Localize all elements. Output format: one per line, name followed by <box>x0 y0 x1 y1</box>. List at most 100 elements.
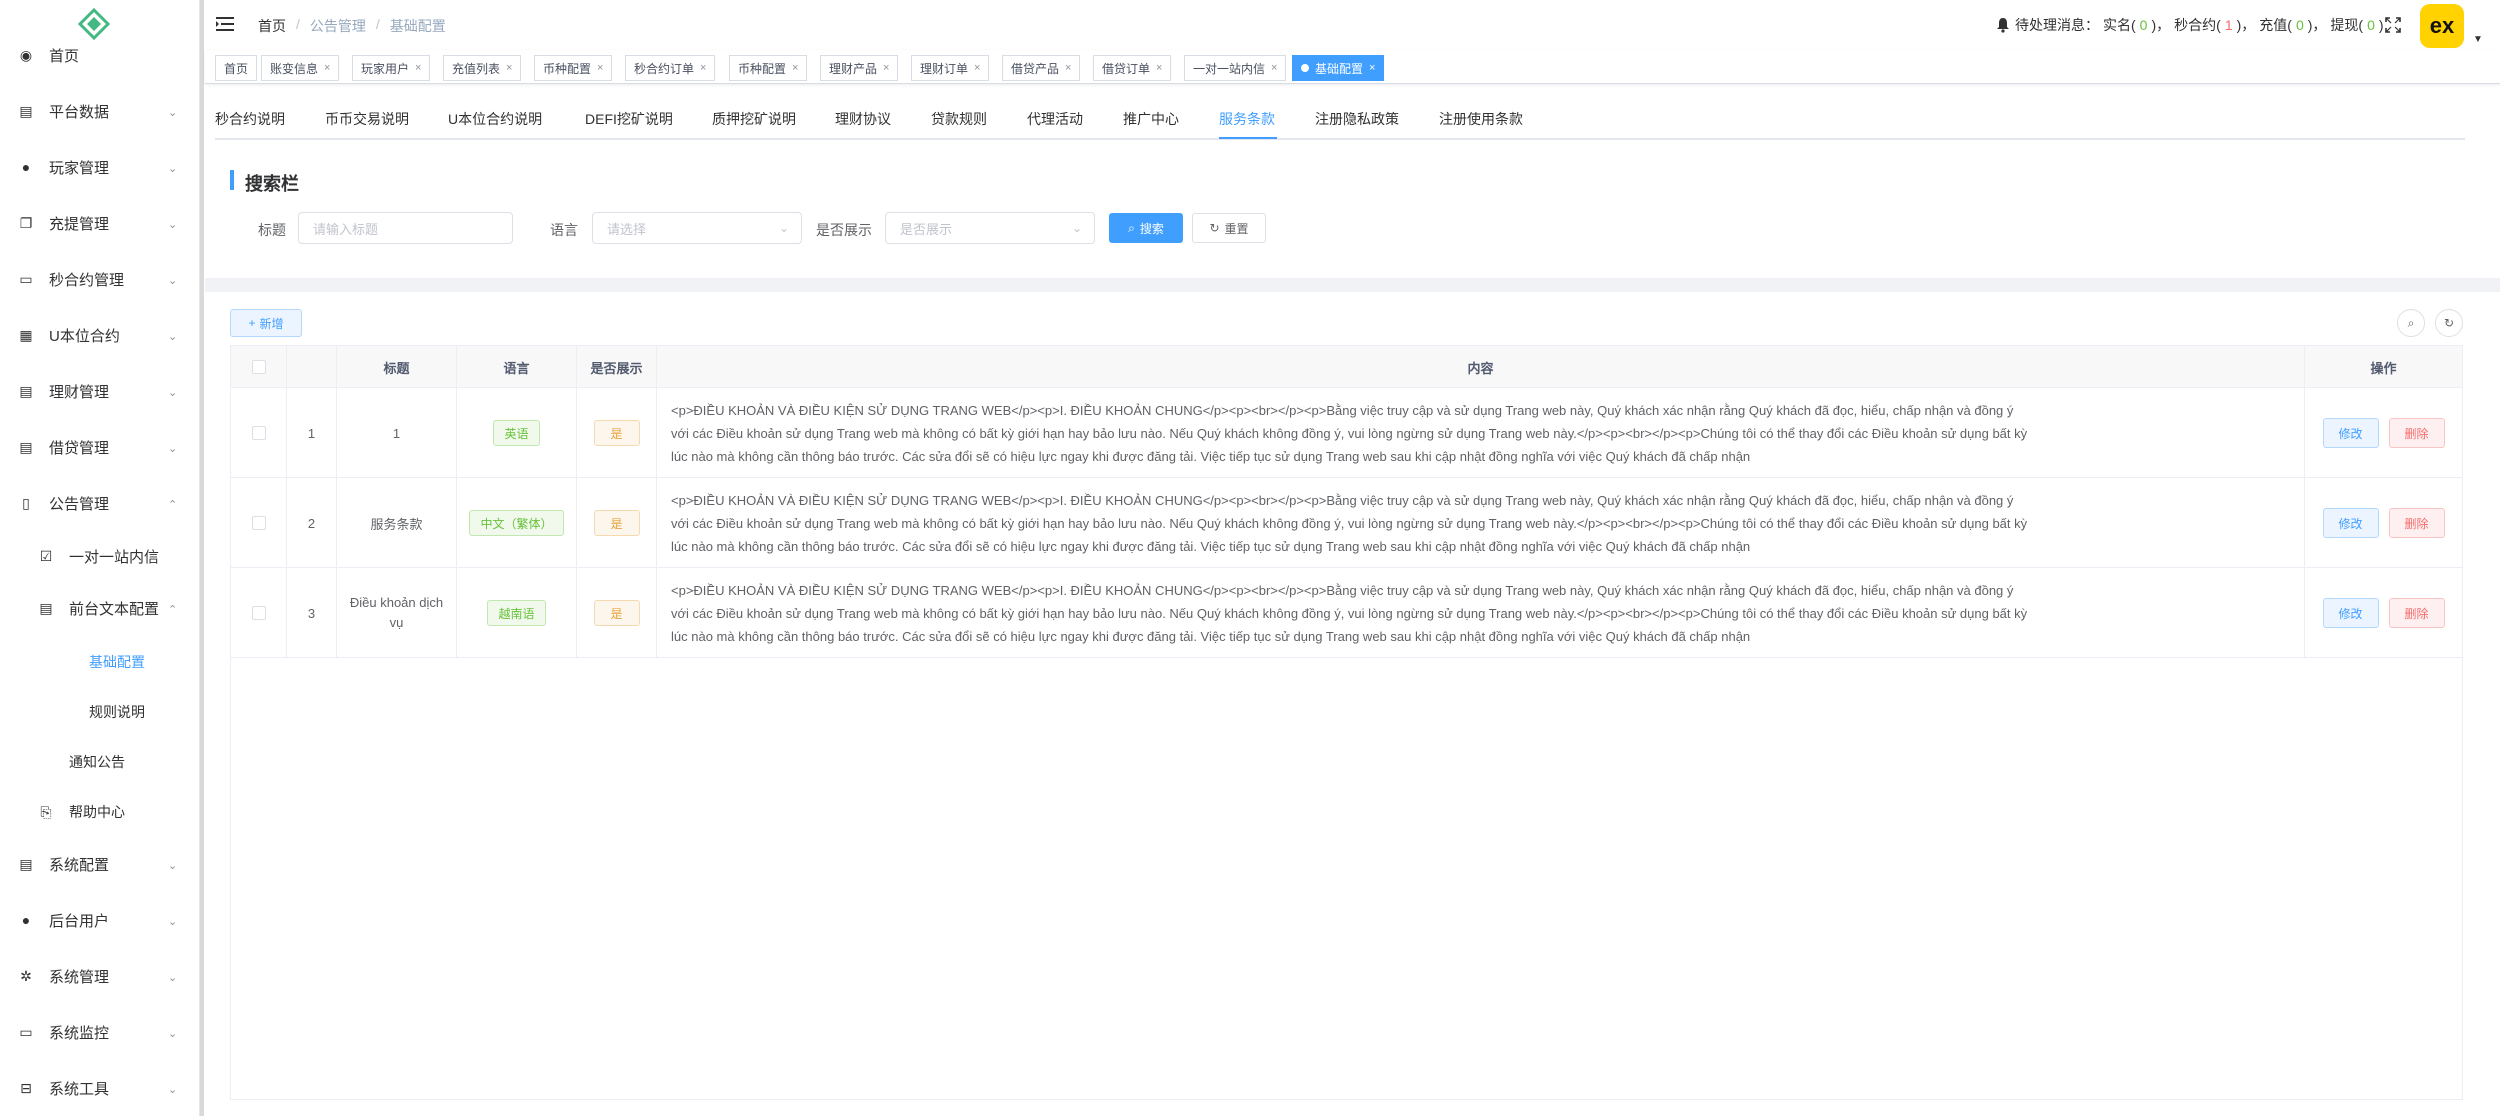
tag-account-change[interactable]: 账变信息 × <box>261 55 340 81</box>
sidebar-item-announcement[interactable]: ▯ 公告管理 ⌃ <box>0 475 199 531</box>
tab-second-contract-desc[interactable]: 秒合约说明 <box>215 109 285 129</box>
close-icon[interactable]: × <box>597 62 603 74</box>
row-language-cell: 英语 <box>457 388 577 478</box>
sidebar-item-system-mgmt[interactable]: ✲ 系统管理 ⌄ <box>0 948 199 1004</box>
tab-register-privacy[interactable]: 注册隐私政策 <box>1315 109 1399 129</box>
delete-button[interactable]: 删除 <box>2388 508 2445 538</box>
close-icon[interactable]: × <box>1369 62 1375 74</box>
sidebar-item-basic-config[interactable]: 基础配置 <box>0 634 199 690</box>
chevron-down-icon: ⌄ <box>168 275 178 287</box>
sidebar-item-label: 充提管理 <box>49 215 110 233</box>
sidebar-item-frontend-text[interactable]: ▤ 前台文本配置 ⌃ <box>0 580 199 636</box>
help-icon: ⎘ <box>40 803 52 820</box>
tab-agent-activity[interactable]: 代理活动 <box>1027 109 1083 129</box>
row-checkbox[interactable] <box>251 426 266 440</box>
tag-deposit-list[interactable]: 充值列表 × <box>443 55 522 81</box>
sidebar-item-one-on-one[interactable]: ☑ 一对一站内信 <box>0 528 199 584</box>
tag-loan-orders[interactable]: 借贷订单 × <box>1093 55 1172 81</box>
tab-promotion-center[interactable]: 推广中心 <box>1123 109 1179 129</box>
close-icon[interactable]: × <box>1271 62 1277 74</box>
tab-terms-of-service[interactable]: 服务条款 <box>1219 109 1275 129</box>
sidebar-item-u-contract[interactable]: ▦ U本位合约 ⌄ <box>0 307 199 363</box>
add-button[interactable]: + 新增 <box>230 309 302 337</box>
monitor-icon: ▭ <box>19 270 33 287</box>
sidebar-scrollbar[interactable] <box>200 0 204 1116</box>
search-button[interactable]: ⌕ 搜索 <box>1109 213 1183 243</box>
select-all-checkbox[interactable] <box>251 360 266 374</box>
sidebar: ◉ 首页 ▤ 平台数据 ⌄ ● 玩家管理 ⌄ ❐ 充提管理 ⌄ ▭ 秒合约管理 … <box>0 0 200 1116</box>
sidebar-item-help[interactable]: ⎘ 帮助中心 <box>0 784 199 840</box>
close-icon[interactable]: × <box>700 62 706 74</box>
caret-down-icon[interactable]: ▼ <box>2473 34 2483 45</box>
sidebar-item-deposit-withdraw[interactable]: ❐ 充提管理 ⌄ <box>0 195 199 251</box>
sidebar-item-system-monitor[interactable]: ▭ 系统监控 ⌄ <box>0 1004 199 1060</box>
sidebar-item-rules[interactable]: 规则说明 <box>0 684 199 740</box>
show-select[interactable]: 是否展示 ⌄ <box>885 212 1095 244</box>
close-icon[interactable]: × <box>974 62 980 74</box>
tag-finance-products[interactable]: 理财产品 × <box>820 55 899 81</box>
tag-home[interactable]: 首页 <box>215 55 258 81</box>
sidebar-item-second-contract[interactable]: ▭ 秒合约管理 ⌄ <box>0 251 199 307</box>
edit-button[interactable]: 修改 <box>2322 598 2379 628</box>
sidebar-item-loan[interactable]: ▤ 借贷管理 ⌄ <box>0 419 199 475</box>
close-icon[interactable]: × <box>883 62 889 74</box>
row-title: Điều khoản dịch vụ <box>337 568 457 658</box>
row-content: <p>ĐIỀU KHOẢN VÀ ĐIỀU KIỆN SỬ DỤNG TRANG… <box>671 492 2028 554</box>
sidebar-item-label: 规则说明 <box>89 704 145 720</box>
toggle-search-button[interactable]: ⌕ <box>2397 309 2425 337</box>
tag-coin-config[interactable]: 币种配置 × <box>534 55 613 81</box>
sidebar-item-notices[interactable]: 通知公告 <box>0 734 199 790</box>
pending-notice[interactable]: 待处理消息： 实名(0)， 秒合约(1)， 充值(0)， 提现(0) <box>1995 15 2384 35</box>
row-show-cell: 是 <box>577 388 657 478</box>
delete-button[interactable]: 删除 <box>2388 598 2445 628</box>
sidebar-item-system-tools[interactable]: ⊟ 系统工具 ⌄ <box>0 1060 199 1116</box>
title-search-input[interactable]: 请输入标题 <box>298 212 513 244</box>
sidebar-item-home[interactable]: ◉ 首页 <box>0 27 199 83</box>
sidebar-item-system-config[interactable]: ▤ 系统配置 ⌄ <box>0 836 199 892</box>
edit-button[interactable]: 修改 <box>2322 508 2379 538</box>
reset-button[interactable]: ↻ 重置 <box>1192 213 1266 243</box>
notice-suffix: ) <box>2378 17 2384 33</box>
app-root: ◉ 首页 ▤ 平台数据 ⌄ ● 玩家管理 ⌄ ❐ 充提管理 ⌄ ▭ 秒合约管理 … <box>0 0 2500 1116</box>
tag-player-users[interactable]: 玩家用户 × <box>352 55 431 81</box>
title-field-label: 标题 <box>258 222 286 238</box>
tag-label: 秒合约订单 <box>634 61 695 76</box>
plus-icon: + <box>248 316 256 330</box>
sidebar-item-finance[interactable]: ▤ 理财管理 ⌄ <box>0 363 199 419</box>
avatar[interactable]: ex <box>2420 4 2464 48</box>
tab-u-contract-desc[interactable]: U本位合约说明 <box>448 109 542 129</box>
tag-second-contract-orders[interactable]: 秒合约订单 × <box>625 55 716 81</box>
tag-coin-config-2[interactable]: 币种配置 × <box>729 55 808 81</box>
sidebar-item-admin-users[interactable]: ● 后台用户 ⌄ <box>0 892 199 948</box>
sidebar-item-label: 秒合约管理 <box>49 271 125 289</box>
tab-coin-trading-desc[interactable]: 币币交易说明 <box>325 109 409 129</box>
sidebar-item-platform-data[interactable]: ▤ 平台数据 ⌄ <box>0 83 199 139</box>
fullscreen-icon[interactable] <box>2385 17 2401 33</box>
row-content: <p>ĐIỀU KHOẢN VÀ ĐIỀU KIỆN SỬ DỤNG TRANG… <box>671 402 2028 464</box>
tab-defi-mining-desc[interactable]: DEFI挖矿说明 <box>585 109 673 129</box>
close-icon[interactable]: × <box>1065 62 1071 74</box>
breadcrumb-item[interactable]: 首页 <box>258 16 286 36</box>
tab-loan-rules[interactable]: 贷款规则 <box>931 109 987 129</box>
tab-finance-agreement[interactable]: 理财协议 <box>835 109 891 129</box>
close-icon[interactable]: × <box>792 62 798 74</box>
tag-finance-orders[interactable]: 理财订单 × <box>911 55 990 81</box>
tag-basic-config[interactable]: 基础配置 × <box>1292 55 1385 81</box>
hamburger-icon[interactable] <box>216 16 234 32</box>
row-checkbox[interactable] <box>251 606 266 620</box>
close-icon[interactable]: × <box>1156 62 1162 74</box>
delete-button[interactable]: 删除 <box>2388 418 2445 448</box>
close-icon[interactable]: × <box>415 62 421 74</box>
tab-staking-mining-desc[interactable]: 质押挖矿说明 <box>712 109 796 129</box>
language-select[interactable]: 请选择 ⌄ <box>592 212 802 244</box>
row-language-cell: 中文（繁体） <box>457 478 577 568</box>
edit-button[interactable]: 修改 <box>2322 418 2379 448</box>
refresh-button[interactable]: ↻ <box>2435 309 2463 337</box>
tag-loan-products[interactable]: 借贷产品 × <box>1002 55 1081 81</box>
sidebar-item-player-mgmt[interactable]: ● 玩家管理 ⌄ <box>0 139 199 195</box>
tab-register-terms[interactable]: 注册使用条款 <box>1439 109 1523 129</box>
close-icon[interactable]: × <box>506 62 512 74</box>
close-icon[interactable]: × <box>324 62 330 74</box>
tag-one-on-one[interactable]: 一对一站内信 × <box>1184 55 1287 81</box>
row-checkbox[interactable] <box>251 516 266 530</box>
